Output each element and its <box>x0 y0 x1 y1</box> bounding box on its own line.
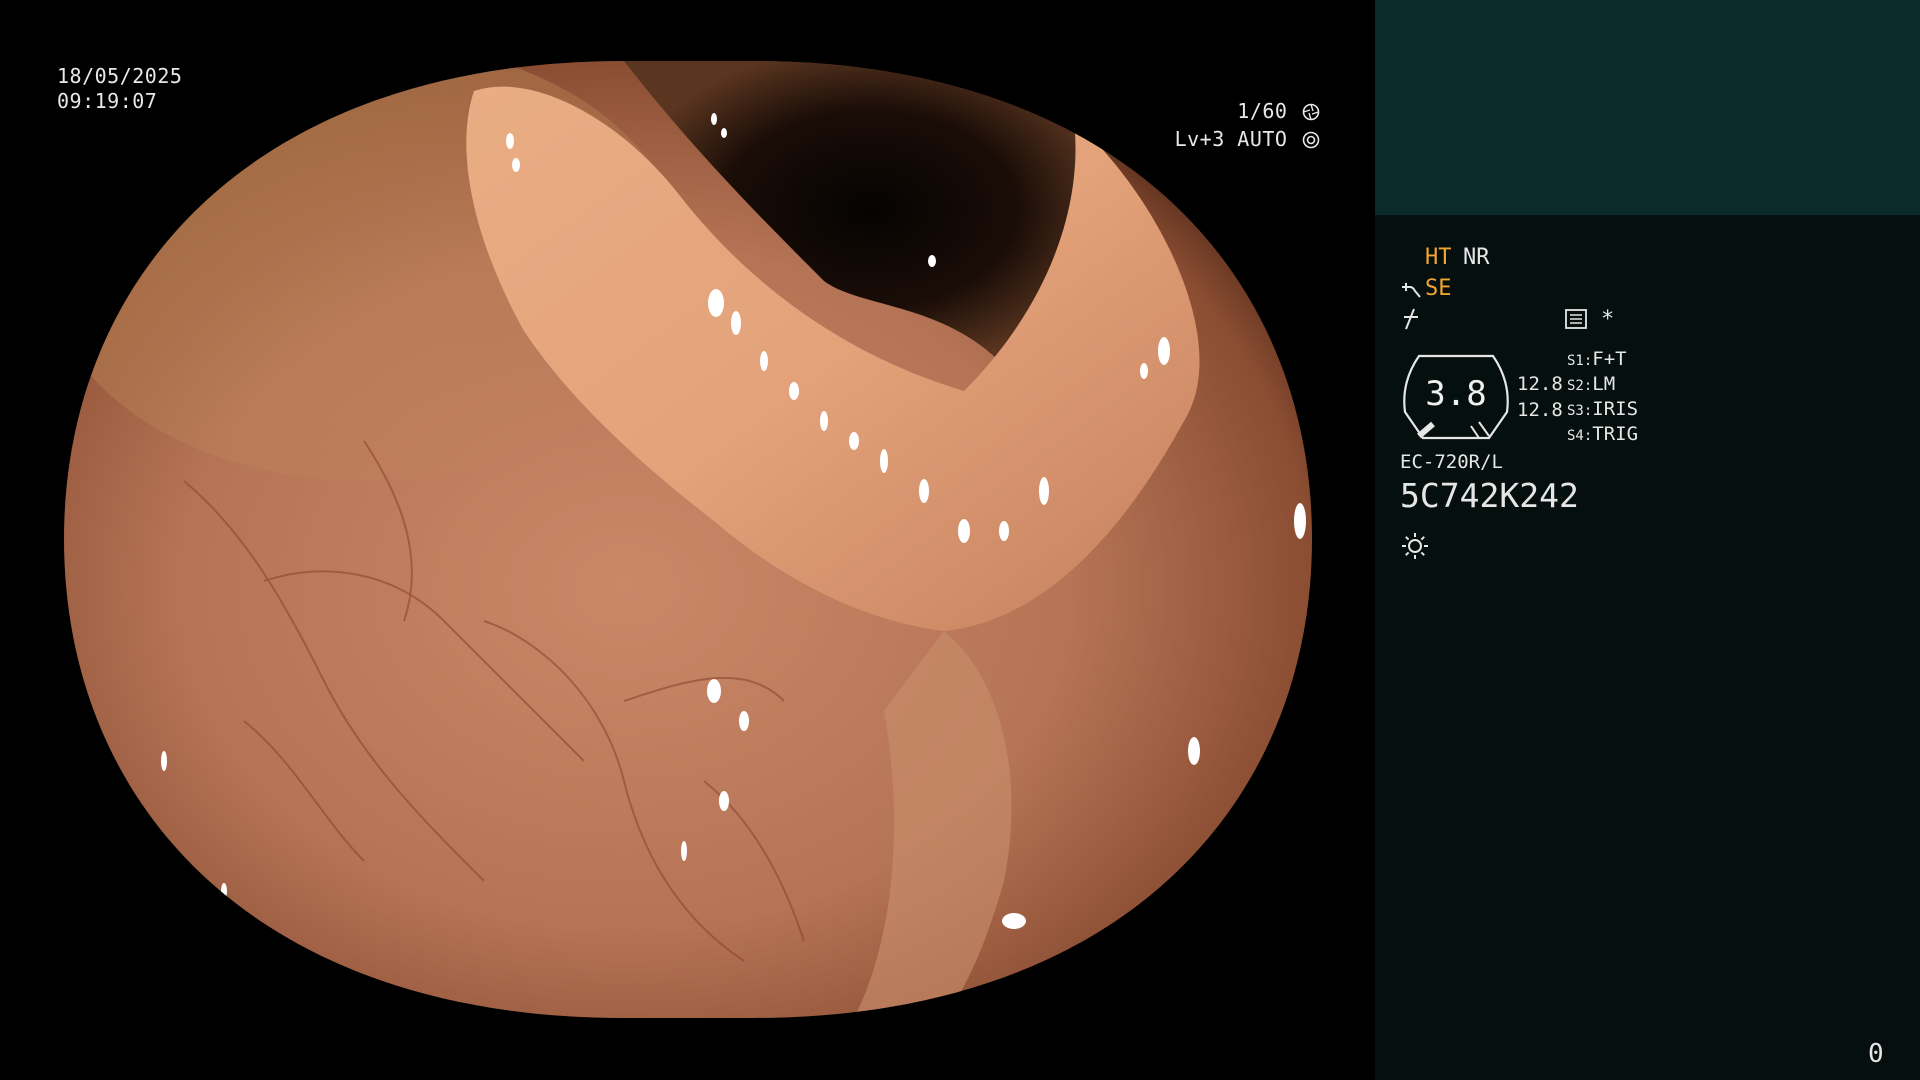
endoscope-image <box>64 61 1312 1018</box>
switch-row-s1: S1:F+T <box>1567 348 1627 370</box>
shutter-speed-readout: 1/60 <box>1180 98 1320 124</box>
switch-row-s3: S3:IRIS <box>1567 398 1638 420</box>
switch-value: LM <box>1592 373 1616 395</box>
brightness-level-value: Lv+3 AUTO <box>1174 127 1288 151</box>
se-indicator: SE <box>1425 276 1452 301</box>
switch-key: S3: <box>1567 403 1593 419</box>
enhancement-curve-icon <box>1402 283 1421 298</box>
switch-key: S1: <box>1567 353 1593 369</box>
switch-row-s2: S2:LM <box>1567 373 1615 395</box>
zoom-value: 3.8 <box>1425 374 1487 414</box>
switch-key: S4: <box>1567 428 1593 444</box>
menu-list-icon <box>1565 309 1587 329</box>
endoscopy-screen: 18/05/2025 09:19:07 1/60 Lv+3 AUTO HT NR… <box>0 0 1920 1080</box>
scope-model: EC-720R/L <box>1400 451 1503 473</box>
scope-serial-number: 5C742K242 <box>1400 476 1579 515</box>
aperture-icon <box>1302 103 1320 121</box>
shutter-speed-value: 1/60 <box>1237 99 1288 123</box>
switch-value: IRIS <box>1592 398 1639 420</box>
brightness-level-readout: Lv+3 AUTO <box>1140 126 1320 152</box>
switch-key: S2: <box>1567 378 1593 394</box>
switch-row-s4: S4:TRIG <box>1567 423 1638 445</box>
ht-indicator: HT <box>1425 245 1452 270</box>
switch-value: F+T <box>1592 348 1627 370</box>
iris-icon <box>1302 131 1320 149</box>
info-panel: HT NR SE * 3.8 12.8 12.8 S1:F+T S2:LM S3… <box>1375 0 1920 1080</box>
date-display: 18/05/2025 <box>57 64 183 88</box>
time-display: 09:19:07 <box>57 89 158 113</box>
zoom-top-value: 12.8 <box>1517 373 1563 395</box>
zoom-bottom-value: 12.8 <box>1517 399 1563 421</box>
gamma-icon <box>1404 308 1418 330</box>
image-counter: 0 <box>1868 1039 1884 1069</box>
zoom-indicator: 3.8 <box>1399 352 1513 442</box>
asterisk-indicator: * <box>1601 307 1615 332</box>
light-source-icon <box>1402 533 1428 559</box>
panel-header <box>1375 0 1920 215</box>
switch-value: TRIG <box>1592 423 1639 445</box>
nr-indicator: NR <box>1463 245 1490 270</box>
